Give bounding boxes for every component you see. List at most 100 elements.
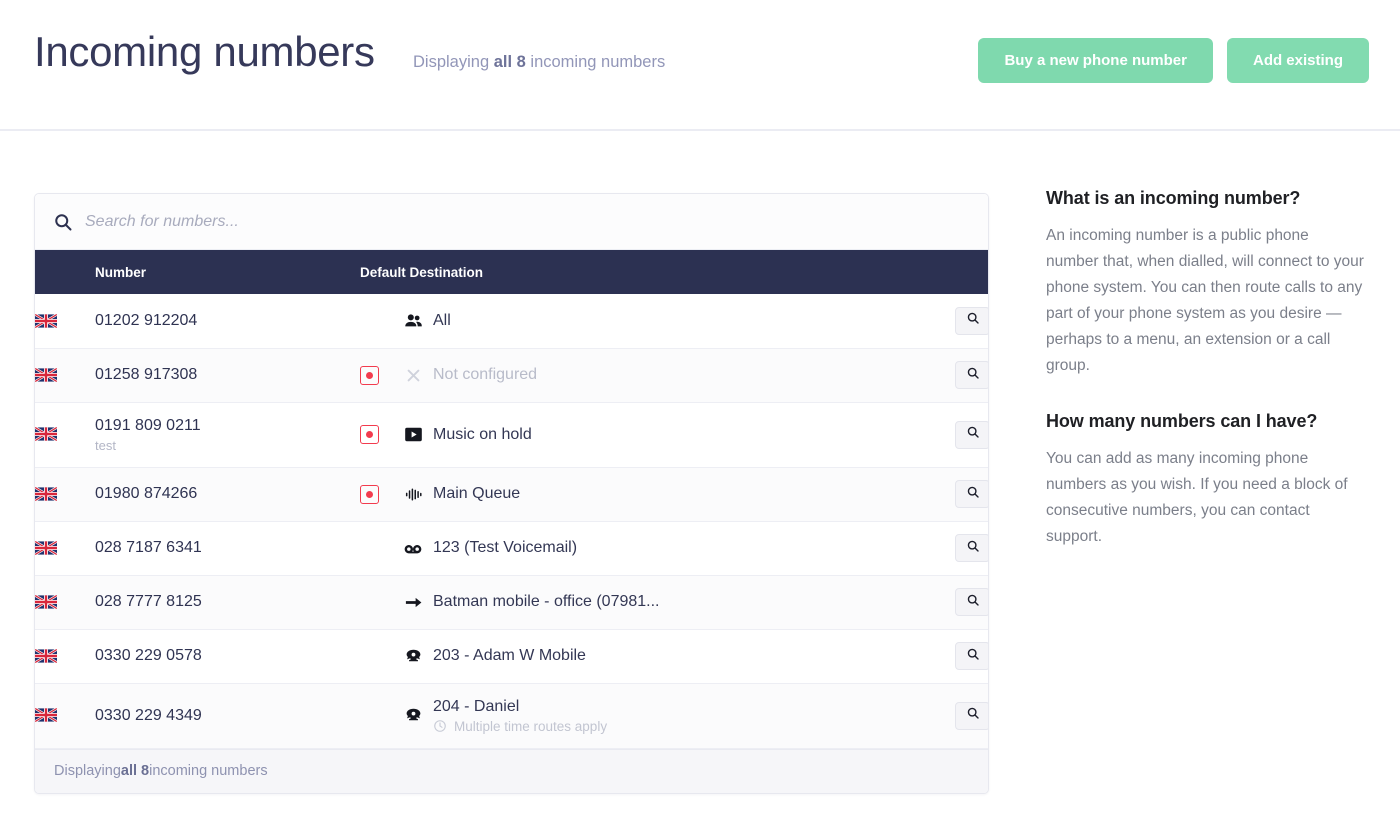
page-content: Number Default Destination 01202 912204 A… xyxy=(0,131,1400,822)
row-number: 028 7777 8125 xyxy=(95,593,202,610)
row-country-flag-cell xyxy=(35,521,95,575)
row-actions-cell xyxy=(880,521,988,575)
clock-icon xyxy=(433,719,447,733)
row-number-cell: 0330 229 0578 xyxy=(95,629,360,683)
row-inspect-button[interactable] xyxy=(955,642,988,670)
row-inspect-button[interactable] xyxy=(955,420,988,449)
uk-flag-icon xyxy=(35,486,57,501)
queue-bars-icon xyxy=(402,485,424,504)
magnifier-icon xyxy=(966,647,980,666)
uk-flag-icon xyxy=(35,594,57,609)
row-destination-cell: Not configured xyxy=(360,348,880,402)
row-destination-label: 204 - Daniel xyxy=(433,697,520,715)
row-number: 0191 809 0211 xyxy=(95,417,201,434)
buy-new-phone-number-button[interactable]: Buy a new phone number xyxy=(978,38,1213,83)
row-inspect-button[interactable] xyxy=(955,361,988,389)
row-country-flag-cell xyxy=(35,294,95,348)
table-row[interactable]: 01258 917308 Not configured xyxy=(35,348,988,402)
row-destination-label: Batman mobile - office (07981... xyxy=(433,593,660,610)
footer-count: all 8 xyxy=(120,763,150,779)
row-destination-note-text: Multiple time routes apply xyxy=(454,718,608,734)
footer-suffix: incoming numbers xyxy=(149,763,268,779)
row-destination-note: Multiple time routes apply xyxy=(433,719,607,734)
users-group-icon xyxy=(402,311,424,330)
row-inspect-button[interactable] xyxy=(955,480,988,508)
column-header-flag xyxy=(35,250,95,294)
row-number-cell: 028 7777 8125 xyxy=(95,575,360,629)
row-destination-cell: 204 - Daniel Multiple time routes apply xyxy=(360,683,880,748)
row-actions-cell xyxy=(880,467,988,521)
column-header-actions xyxy=(880,250,988,294)
page-header: Incoming numbers Displaying all 8 incomi… xyxy=(0,0,1400,131)
table-row[interactable]: 01202 912204 All xyxy=(35,294,988,348)
row-country-flag-cell xyxy=(35,348,95,402)
row-number: 01258 917308 xyxy=(95,366,198,383)
table-row[interactable]: 028 7187 6341 123 (Test Voicemail) xyxy=(35,521,988,575)
row-number-cell: 0330 229 4349 xyxy=(95,683,360,748)
row-number-label: test xyxy=(95,438,116,453)
telephone-icon xyxy=(402,647,424,666)
voicemail-tape-icon xyxy=(402,538,424,558)
call-recording-icon xyxy=(360,484,379,504)
row-destination-label: Music on hold xyxy=(433,425,532,443)
table-footer-summary: Displaying all 8 incoming numbers xyxy=(35,748,988,793)
row-destination-cell: All xyxy=(360,294,880,348)
search-bar xyxy=(35,194,988,250)
incoming-numbers-card: Number Default Destination 01202 912204 A… xyxy=(34,193,989,794)
incoming-numbers-page: Incoming numbers Displaying all 8 incomi… xyxy=(0,0,1400,822)
row-actions-cell xyxy=(880,402,988,467)
magnifier-icon xyxy=(966,706,980,725)
column-header-number: Number xyxy=(95,250,360,294)
search-input[interactable] xyxy=(85,212,970,231)
table-body: 01202 912204 All 01258 917308 Not configure… xyxy=(35,294,988,748)
row-number-cell: 01980 874266 xyxy=(95,467,360,521)
row-destination-cell: Music on hold xyxy=(360,402,880,467)
row-destination-label: 203 - Adam W Mobile xyxy=(433,647,586,664)
header-actions: Buy a new phone number Add existing xyxy=(978,38,1369,83)
magnifier-icon xyxy=(966,366,980,385)
row-actions-cell xyxy=(880,629,988,683)
uk-flag-icon xyxy=(35,708,57,723)
add-existing-button[interactable]: Add existing xyxy=(1226,38,1369,83)
row-country-flag-cell xyxy=(35,575,95,629)
row-inspect-button[interactable] xyxy=(955,306,988,335)
row-inspect-button[interactable] xyxy=(955,534,988,562)
help-block-what-is: What is an incoming number? An incoming … xyxy=(1046,188,1364,379)
x-cross-icon xyxy=(402,367,424,384)
help-heading-how-many: How many numbers can I have? xyxy=(1046,411,1318,432)
row-number-cell: 0191 809 0211 test xyxy=(95,402,360,467)
help-body-how-many: You can add as many incoming phone numbe… xyxy=(1046,450,1348,546)
row-number-cell: 01202 912204 xyxy=(95,294,360,348)
table-row[interactable]: 028 7777 8125 Batman mobile - office (079… xyxy=(35,575,988,629)
arrow-right-icon xyxy=(402,593,424,612)
row-inspect-button[interactable] xyxy=(955,701,988,730)
row-actions-cell xyxy=(880,683,988,748)
row-number-cell: 028 7187 6341 xyxy=(95,521,360,575)
call-recording-icon xyxy=(360,425,379,444)
row-inspect-button[interactable] xyxy=(955,588,988,616)
row-destination-label: Main Queue xyxy=(433,485,521,502)
play-music-icon xyxy=(402,425,424,444)
uk-flag-icon xyxy=(35,540,57,555)
row-number: 01202 912204 xyxy=(95,311,198,329)
table-row[interactable]: 0191 809 0211 test Music on hold xyxy=(35,402,988,467)
row-destination-cell: 123 (Test Voicemail) xyxy=(360,521,880,575)
row-number: 0330 229 4349 xyxy=(95,706,202,724)
row-actions-cell xyxy=(880,294,988,348)
uk-flag-icon xyxy=(35,427,57,442)
help-panel: What is an incoming number? An incoming … xyxy=(1046,188,1364,550)
uk-flag-icon xyxy=(35,367,57,382)
row-actions-cell xyxy=(880,575,988,629)
uk-flag-icon xyxy=(35,313,57,328)
table-row[interactable]: 0330 229 4349 204 - Daniel Multiple time r… xyxy=(35,683,988,748)
row-actions-cell xyxy=(880,348,988,402)
row-destination-label: Not configured xyxy=(433,366,538,383)
help-body-what-is: An incoming number is a public phone num… xyxy=(1046,227,1364,375)
summary-suffix: incoming numbers xyxy=(525,53,666,71)
row-country-flag-cell xyxy=(35,683,95,748)
magnifier-icon xyxy=(966,539,980,558)
row-number: 028 7187 6341 xyxy=(95,539,202,556)
uk-flag-icon xyxy=(35,648,57,663)
table-row[interactable]: 0330 229 0578 203 - Adam W Mobile xyxy=(35,629,988,683)
table-row[interactable]: 01980 874266 Main Queue xyxy=(35,467,988,521)
